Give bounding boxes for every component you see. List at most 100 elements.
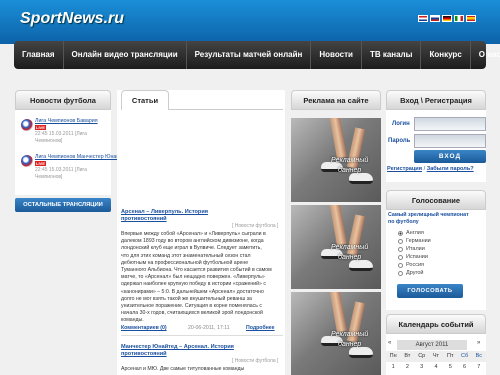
banner-text-line: Рекламный [331, 331, 369, 338]
nav-about[interactable]: О нас [471, 41, 500, 69]
vote-button[interactable]: ГОЛОСОВАТЬ [397, 284, 463, 298]
nav-online-video[interactable]: Онлайн видео трансляции [64, 41, 187, 69]
calendar-day[interactable]: 5 [443, 362, 457, 373]
weekday: Чт [432, 353, 440, 359]
ad-banner[interactable]: Рекламный баннер [291, 205, 381, 289]
calendar-day[interactable]: 3 [415, 362, 429, 373]
articles-tab[interactable]: Статьи [121, 90, 169, 110]
news-item-meta: 22:45 15.03.2011 [Лига Чемпионов] [35, 167, 87, 180]
calendar-next[interactable]: » [477, 340, 480, 346]
live-badge: LIVE [35, 161, 46, 166]
banner-leg [329, 205, 347, 246]
login-label: Логин [392, 121, 410, 127]
radio-icon[interactable] [398, 270, 403, 276]
news-item-date: 22:45 15.03.2011 [Лига [35, 131, 87, 137]
article-title[interactable]: Манчестер Юнайтед – Арсенал. История прот… [121, 344, 234, 358]
weekday: Пт [447, 353, 454, 359]
weekday: Вт [404, 353, 411, 359]
forgot-password-link[interactable]: Забыли пароль? [427, 166, 474, 172]
nav-news[interactable]: Новости [311, 41, 362, 69]
article-title-line: противостояний [121, 351, 167, 357]
article-text: Арсенал и МЮ. Две самые титулованные ком… [121, 366, 245, 372]
register-link[interactable]: Регистрация [387, 166, 422, 172]
news-item-category: Чемпионов] [35, 173, 63, 180]
article-divider [121, 335, 283, 336]
language-flags [418, 15, 476, 22]
radio-icon[interactable] [398, 238, 403, 244]
news-item-title[interactable]: Лига Чемпионов Бавария [35, 118, 98, 124]
password-input[interactable] [414, 134, 486, 148]
main-nav: Главная Онлайн видео трансляции Результа… [14, 41, 500, 69]
site-logo[interactable]: SportNews.ru [20, 10, 124, 28]
poll-option[interactable]: Германии [398, 238, 431, 244]
article-title-line: Арсенал – Ливерпуль. История [121, 209, 209, 215]
calendar-day[interactable]: 2 [400, 362, 414, 373]
flag-russia-icon[interactable] [430, 15, 440, 22]
banner-text: Рекламный баннер [331, 243, 368, 263]
calendar-weekdays: Пн Вт Ср Чт Пт Сб Вс [386, 351, 486, 362]
article-title[interactable]: Арсенал – Ливерпуль. История противостоян… [121, 209, 208, 223]
article-text-line: лондонский клуб еще играл в Вулвиче. Сле… [121, 245, 262, 252]
radio-icon[interactable] [398, 246, 403, 252]
login-input[interactable] [414, 117, 486, 131]
banner-text-line: баннер [338, 341, 362, 348]
poll-option[interactable]: Италии [398, 246, 425, 252]
calendar-day[interactable]: 6 [457, 362, 471, 373]
nav-home[interactable]: Главная [14, 41, 64, 69]
article-title-line: Манчестер Юнайтед – Арсенал. История [121, 344, 234, 350]
login-title: Вход \ Регистрация [386, 90, 486, 110]
live-badge: LIVE [35, 125, 46, 130]
other-broadcasts-button[interactable]: ОСТАЛЬНЫЕ ТРАНСЛЯЦИИ [15, 198, 111, 212]
calendar-prev[interactable]: « [388, 340, 391, 346]
banner-text-line: Рекламный [331, 244, 369, 251]
radio-icon[interactable] [398, 262, 403, 268]
banner-text: Рекламный баннер [331, 156, 368, 176]
ad-banner[interactable]: Рекламный баннер [291, 292, 381, 375]
news-item-date: 22:45 15.03.2011 [Лига [35, 167, 87, 173]
read-more-link[interactable]: Подробнее [246, 325, 275, 331]
banner-text-line: баннер [338, 254, 362, 261]
nav-tv-channels[interactable]: ТВ каналы [362, 41, 422, 69]
tab-divider [169, 109, 283, 110]
news-item-category: Чемпионов] [35, 137, 63, 144]
weekday: Пн [389, 353, 397, 359]
article-category[interactable]: [ Новости футбола ] [232, 223, 278, 229]
flag-uk-icon[interactable] [418, 15, 428, 22]
flag-italy-icon[interactable] [454, 15, 464, 22]
poll-option[interactable]: Испании [398, 254, 428, 260]
weekday: Сб [460, 353, 469, 359]
article-title-line: противостояний [121, 216, 167, 222]
weekday: Ср [418, 353, 426, 359]
article-text-line: дебютным на профессиональной футбольной … [121, 259, 249, 266]
calendar-day[interactable]: 1 [386, 362, 400, 373]
flag-spain-icon[interactable] [466, 15, 476, 22]
poll-option[interactable]: Другой [398, 270, 424, 276]
calendar-title: Календарь событий [386, 314, 486, 334]
article-text-line: «канонирами» – 5:0. В дальнейшем «Арсена… [121, 288, 264, 295]
banner-leg [329, 118, 347, 159]
news-item-title[interactable]: Лига Чемпионов Манчестер Юнайтед [35, 154, 128, 160]
article-category[interactable]: [ Новости футбола ] [232, 358, 278, 364]
calendar-day[interactable]: 7 [472, 362, 486, 373]
site-header: SportNews.ru [0, 0, 500, 44]
flag-germany-icon[interactable] [442, 15, 452, 22]
radio-icon[interactable] [398, 254, 403, 260]
article-text-line: начала 30-х годов, считающихся великой э… [121, 310, 263, 317]
auth-links-separator: / [423, 166, 426, 172]
weekday: Вс [475, 353, 483, 359]
poll-option-label: Испании [406, 254, 428, 260]
banner-text-line: баннер [338, 167, 362, 174]
calendar-day[interactable]: 4 [429, 362, 443, 373]
radio-selected-icon[interactable] [398, 230, 403, 236]
nav-match-results[interactable]: Результаты матчей онлайн [187, 41, 312, 69]
login-button[interactable]: ВХОД [414, 150, 486, 163]
article-date: 20-06-2011, 17:11 [188, 325, 230, 331]
ad-banner[interactable]: Рекламный баннер [291, 118, 381, 202]
poll-title: Голосование [386, 190, 486, 210]
article-text-line: Туманного Альбиона. Что касается развити… [121, 267, 272, 274]
poll-option[interactable]: Россия [398, 262, 424, 268]
article-text-line: долго не мог взять такой же внушительный… [121, 295, 252, 302]
nav-contest[interactable]: Конкурс [421, 41, 471, 69]
poll-option[interactable]: Англия [398, 230, 424, 236]
article-comments[interactable]: Комментариев (0) [121, 325, 167, 331]
